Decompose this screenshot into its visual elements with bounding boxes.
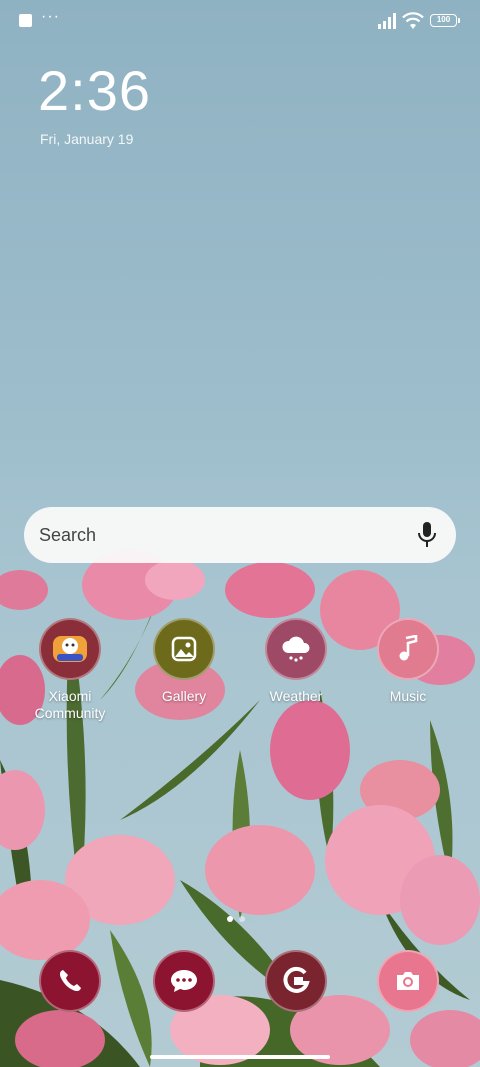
battery-icon: 100 <box>430 14 460 27</box>
signal-icon <box>378 13 396 29</box>
app-label: Music <box>389 688 427 704</box>
page-indicator <box>227 909 251 927</box>
page-dot <box>239 916 245 922</box>
gallery-icon <box>153 618 215 680</box>
weather-icon <box>265 618 327 680</box>
messages-icon <box>153 950 215 1012</box>
app-label: Gallery <box>161 688 207 704</box>
microphone-icon[interactable] <box>416 521 438 549</box>
dock-browser[interactable] <box>246 950 346 1012</box>
music-icon <box>377 618 439 680</box>
more-notifications-icon: ··· <box>41 8 60 25</box>
square-notification-icon <box>19 14 32 27</box>
page-dot-active <box>227 916 233 922</box>
battery-level: 100 <box>436 15 451 24</box>
search-placeholder: Search <box>39 525 97 545</box>
browser-icon <box>265 950 327 1012</box>
camera-icon <box>377 950 439 1012</box>
wifi-icon <box>402 12 424 29</box>
app-gallery[interactable]: Gallery <box>134 618 234 705</box>
status-bar: ··· 100 <box>0 0 480 40</box>
home-indicator[interactable] <box>150 1055 330 1059</box>
phone-icon <box>39 950 101 1012</box>
xiaomi-community-icon <box>39 618 101 680</box>
app-label: Xiaomi Community <box>34 688 106 721</box>
app-xiaomi-community[interactable]: Xiaomi Community <box>20 618 120 722</box>
dock-messages[interactable] <box>134 950 234 1012</box>
dock-phone[interactable] <box>20 950 120 1012</box>
app-music[interactable]: Music <box>358 618 458 705</box>
lockscreen-date: Fri, January 19 <box>40 131 134 147</box>
dock-camera[interactable] <box>358 950 458 1012</box>
app-label: Weather <box>269 688 323 704</box>
app-weather[interactable]: Weather <box>246 618 346 705</box>
search-bar[interactable]: Search <box>24 507 456 563</box>
lockscreen-time: 2:36 <box>38 59 151 122</box>
